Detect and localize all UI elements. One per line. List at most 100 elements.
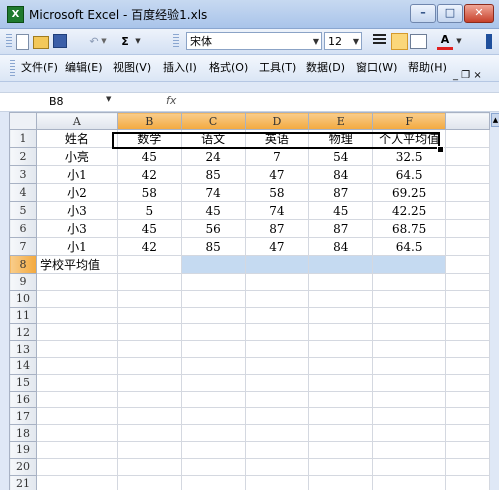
- row-header-11[interactable]: 11: [9, 306, 37, 325]
- cell[interactable]: [244, 289, 310, 308]
- menu-file[interactable]: 文件(F): [21, 60, 58, 76]
- cell[interactable]: [180, 273, 246, 291]
- cell[interactable]: [116, 273, 182, 291]
- cell[interactable]: [116, 356, 182, 375]
- row-header-6[interactable]: 6: [9, 219, 37, 238]
- cell[interactable]: [445, 390, 490, 409]
- cell[interactable]: [35, 457, 118, 476]
- cell[interactable]: [35, 390, 118, 409]
- cell[interactable]: [180, 340, 246, 358]
- column-header-d[interactable]: D: [244, 112, 310, 130]
- cell[interactable]: [445, 201, 490, 220]
- autosum-button[interactable]: Σ: [118, 33, 132, 50]
- cell[interactable]: 58: [244, 183, 310, 202]
- cell[interactable]: [244, 474, 310, 490]
- autosum-dropdown-icon[interactable]: ▼: [134, 33, 142, 50]
- cell[interactable]: [308, 273, 374, 291]
- name-box[interactable]: B8: [9, 94, 119, 109]
- cell[interactable]: [445, 219, 490, 238]
- minimize-button[interactable]: –: [410, 4, 436, 23]
- row-header-21[interactable]: 21: [9, 474, 37, 490]
- cell[interactable]: [372, 255, 447, 274]
- open-folder-icon[interactable]: [33, 36, 49, 49]
- row-header-20[interactable]: 20: [9, 457, 37, 476]
- cell[interactable]: [308, 440, 374, 459]
- toolbar-grip-icon[interactable]: [6, 34, 12, 49]
- cell[interactable]: 68.75: [372, 219, 447, 238]
- cell[interactable]: [308, 474, 374, 490]
- cell[interactable]: 85: [180, 165, 246, 184]
- cell[interactable]: [372, 323, 447, 342]
- fill-handle[interactable]: [437, 146, 444, 153]
- chevron-down-icon[interactable]: ▼: [353, 33, 359, 51]
- menu-edit[interactable]: 编辑(E): [65, 60, 103, 76]
- cell[interactable]: [445, 255, 490, 274]
- cell[interactable]: [445, 356, 490, 375]
- cell[interactable]: [308, 457, 374, 476]
- cell[interactable]: [35, 323, 118, 342]
- cell[interactable]: [308, 373, 374, 392]
- cell[interactable]: [372, 474, 447, 490]
- row-header-2[interactable]: 2: [9, 147, 37, 166]
- cell[interactable]: [445, 407, 490, 426]
- cell[interactable]: [180, 255, 246, 274]
- save-icon[interactable]: [53, 34, 67, 48]
- font-color-dropdown-icon[interactable]: ▼: [455, 33, 463, 50]
- cell[interactable]: [308, 424, 374, 442]
- cell[interactable]: [116, 424, 182, 442]
- cell[interactable]: 45: [180, 201, 246, 220]
- cell[interactable]: [308, 356, 374, 375]
- menu-tools[interactable]: 工具(T): [259, 60, 296, 76]
- cell[interactable]: 42: [116, 165, 182, 184]
- cell[interactable]: 42.25: [372, 201, 447, 220]
- cell[interactable]: [372, 407, 447, 426]
- cell[interactable]: [244, 373, 310, 392]
- cell[interactable]: 小2: [35, 183, 118, 202]
- cell[interactable]: [372, 289, 447, 308]
- cell[interactable]: 54: [308, 147, 374, 166]
- cell[interactable]: [180, 356, 246, 375]
- row-header-19[interactable]: 19: [9, 440, 37, 459]
- cell[interactable]: 32.5: [372, 147, 447, 166]
- cell[interactable]: [372, 457, 447, 476]
- cell[interactable]: 姓名: [35, 129, 118, 148]
- cell[interactable]: 64.5: [372, 237, 447, 256]
- row-header-14[interactable]: 14: [9, 356, 37, 375]
- column-header-b[interactable]: B: [116, 112, 182, 130]
- cell[interactable]: [180, 440, 246, 459]
- cell[interactable]: [244, 424, 310, 442]
- cell[interactable]: 7: [244, 147, 310, 166]
- cell[interactable]: [372, 273, 447, 291]
- row-header-18[interactable]: 18: [9, 424, 37, 442]
- cell[interactable]: [308, 306, 374, 325]
- cell[interactable]: 5: [116, 201, 182, 220]
- cell[interactable]: [180, 390, 246, 409]
- cell[interactable]: [445, 424, 490, 442]
- cell[interactable]: [445, 474, 490, 490]
- cell[interactable]: 84: [308, 165, 374, 184]
- cell[interactable]: 45: [116, 147, 182, 166]
- cell[interactable]: [180, 407, 246, 426]
- cell[interactable]: [445, 457, 490, 476]
- cell[interactable]: [116, 407, 182, 426]
- cell[interactable]: 小1: [35, 165, 118, 184]
- cell[interactable]: [308, 289, 374, 308]
- cell[interactable]: [372, 440, 447, 459]
- cell[interactable]: [35, 340, 118, 358]
- merge-center-icon[interactable]: [410, 34, 427, 49]
- cell[interactable]: [372, 424, 447, 442]
- cell[interactable]: [445, 147, 490, 166]
- cell[interactable]: [244, 457, 310, 476]
- font-name-select[interactable]: 宋体 ▼: [186, 32, 322, 50]
- cell[interactable]: [244, 273, 310, 291]
- row-header-13[interactable]: 13: [9, 340, 37, 358]
- cell[interactable]: [445, 323, 490, 342]
- cell[interactable]: 87: [308, 183, 374, 202]
- cell[interactable]: 小亮: [35, 147, 118, 166]
- cell[interactable]: [244, 390, 310, 409]
- worksheet-grid[interactable]: A B C D E F 1 姓名 数学 语文 英语 物理 个人平均值 2 小亮 45 24 7 54 32…: [9, 112, 490, 490]
- cell[interactable]: 小1: [35, 237, 118, 256]
- cell[interactable]: 87: [308, 219, 374, 238]
- cell[interactable]: [116, 373, 182, 392]
- new-document-icon[interactable]: [16, 34, 29, 50]
